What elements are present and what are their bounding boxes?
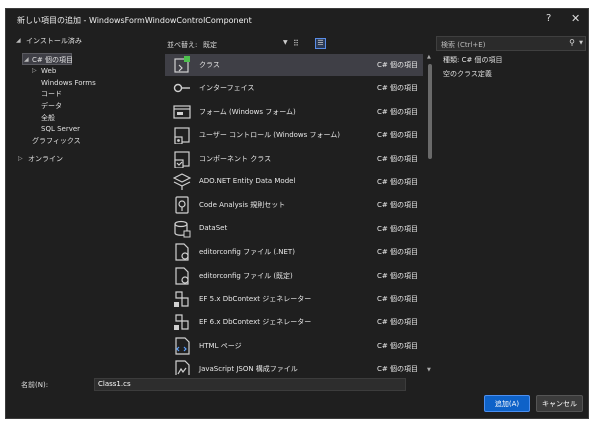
detail-type: 種類: C# 個の項目 — [443, 56, 503, 64]
vertical-scrollbar[interactable]: ▲ ▼ — [426, 54, 434, 375]
entity-model-icon — [172, 173, 192, 191]
title-bar: 新しい項目の追加 - WindowsFormWindowControlCompo… — [6, 9, 588, 33]
expanded-arrow-icon[interactable]: ◢ — [24, 54, 29, 66]
add-button[interactable]: 追加(A) — [484, 395, 530, 412]
list-view-icon[interactable]: ☰ — [315, 38, 326, 49]
template-row[interactable]: ユーザー コントロール (Windows フォーム) C# 個の項目 — [165, 124, 423, 146]
search-dropdown-icon[interactable]: ▼ — [579, 40, 583, 46]
search-box[interactable]: 検索 (Ctrl+E) ⚲ ▼ — [436, 36, 586, 51]
search-placeholder: 検索 (Ctrl+E) — [441, 41, 486, 49]
tree-item-code[interactable]: コード — [41, 88, 62, 100]
tree-item-online[interactable]: ▷ オンライン — [18, 153, 63, 165]
template-type: C# 個の項目 — [377, 248, 418, 257]
template-name: インターフェイス — [199, 84, 255, 93]
template-name: ユーザー コントロール (Windows フォーム) — [199, 131, 341, 140]
json-config-icon — [173, 360, 191, 375]
config-file-icon — [173, 266, 191, 285]
form-icon — [173, 103, 191, 121]
template-name: HTML ページ — [199, 341, 242, 350]
tree-item-graphics[interactable]: グラフィックス — [32, 135, 81, 147]
template-name: コンポーネント クラス — [199, 154, 272, 163]
template-row[interactable]: インターフェイス C# 個の項目 — [165, 77, 423, 99]
expanded-arrow-icon[interactable]: ◢ — [16, 35, 21, 47]
template-row[interactable]: クラス C# 個の項目 — [165, 54, 423, 76]
template-type: C# 個の項目 — [377, 295, 418, 303]
template-name: DataSet — [199, 223, 228, 232]
html-page-icon — [173, 337, 191, 355]
template-list: クラス C# 個の項目 インターフェイス C# 個の項目 フォーム (Windows フ… — [165, 54, 423, 375]
template-row[interactable]: EF 6.x DbContext ジェネレーター C# 個の項目 — [165, 311, 423, 333]
dataset-icon — [173, 220, 191, 238]
grid-view-icon[interactable]: ⠿ — [293, 39, 299, 48]
template-type: C# 個の項目 — [377, 84, 418, 93]
template-type: C# 個の項目 — [377, 271, 418, 280]
template-type: C# 個の項目 — [377, 154, 418, 163]
template-name: Code Analysis 規則セット — [199, 201, 286, 210]
template-type: C# 個の項目 — [377, 318, 418, 327]
detail-description: 空のクラス定義 — [443, 70, 492, 78]
ef-generator-icon — [173, 313, 191, 331]
config-file-icon — [173, 243, 191, 261]
template-name: JavaScript JSON 構成ファイル — [199, 365, 298, 374]
template-name: EF 5.x DbContext ジェネレーター — [199, 295, 312, 303]
template-row[interactable]: DataSet C# 個の項目 — [165, 218, 423, 240]
scrollbar-thumb[interactable] — [428, 64, 432, 159]
template-type: C# 個の項目 — [377, 61, 418, 69]
tree-item-installed[interactable]: ◢ インストール済み — [16, 35, 82, 47]
collapsed-arrow-icon[interactable]: ▷ — [32, 65, 37, 77]
dialog-title: 新しい項目の追加 - WindowsFormWindowControlCompo… — [17, 16, 252, 25]
cancel-button[interactable]: キャンセル — [536, 395, 583, 412]
template-type: C# 個の項目 — [377, 224, 418, 233]
ruleset-icon — [173, 196, 191, 214]
template-name: ADO.NET Entity Data Model — [199, 177, 296, 185]
template-row[interactable]: JavaScript JSON 構成ファイル C# 個の項目 — [165, 358, 423, 375]
tree-item-data[interactable]: データ — [41, 100, 62, 112]
add-new-item-dialog: 新しい項目の追加 - WindowsFormWindowControlCompo… — [5, 8, 589, 419]
scroll-down-arrow-icon[interactable]: ▼ — [427, 367, 431, 373]
template-row[interactable]: HTML ページ C# 個の項目 — [165, 335, 423, 357]
template-row[interactable]: ADO.NET Entity Data Model C# 個の項目 — [165, 171, 423, 193]
template-type: C# 個の項目 — [377, 178, 418, 186]
component-class-icon — [173, 150, 191, 169]
template-type: C# 個の項目 — [377, 365, 418, 374]
user-control-icon — [173, 126, 191, 145]
template-row[interactable]: editorconfig ファイル (既定) C# 個の項目 — [165, 265, 423, 287]
template-name: クラス — [199, 61, 220, 69]
name-label: 名前(N): — [21, 381, 49, 389]
dropdown-arrow-icon[interactable]: ▼ — [283, 39, 288, 46]
tree-item-web[interactable]: ▷ Web — [32, 65, 56, 77]
template-name: editorconfig ファイル (.NET) — [199, 248, 295, 257]
close-button[interactable]: ✕ — [571, 12, 580, 25]
name-input[interactable]: Class1.cs — [94, 378, 406, 391]
template-type: C# 個の項目 — [377, 131, 418, 140]
search-icon[interactable]: ⚲ — [569, 38, 575, 47]
collapsed-arrow-icon[interactable]: ▷ — [18, 153, 23, 165]
template-row[interactable]: Code Analysis 規則セット C# 個の項目 — [165, 194, 423, 216]
sort-dropdown[interactable]: 既定 — [203, 40, 217, 50]
template-row[interactable]: フォーム (Windows フォーム) C# 個の項目 — [165, 101, 423, 123]
help-button[interactable]: ? — [546, 13, 551, 24]
class-icon — [173, 56, 191, 74]
tree-item-csharp-items[interactable]: ◢ C# 個の項目 — [22, 53, 73, 66]
interface-icon — [173, 79, 191, 97]
template-row[interactable]: コンポーネント クラス C# 個の項目 — [165, 148, 423, 170]
ef-generator-icon — [173, 290, 191, 308]
template-row[interactable]: EF 5.x DbContext ジェネレーター C# 個の項目 — [165, 288, 423, 310]
sort-toolbar: 並べ替え: 既定 ▼ ⠿ ☰ — [167, 38, 432, 52]
template-name: EF 6.x DbContext ジェネレーター — [199, 318, 312, 327]
template-type: C# 個の項目 — [377, 107, 418, 116]
template-row[interactable]: editorconfig ファイル (.NET) C# 個の項目 — [165, 241, 423, 263]
template-name: editorconfig ファイル (既定) — [199, 271, 293, 280]
template-type: C# 個の項目 — [377, 201, 418, 210]
template-name: フォーム (Windows フォーム) — [199, 107, 296, 116]
tree-item-sql-server[interactable]: SQL Server — [41, 123, 80, 135]
template-type: C# 個の項目 — [377, 341, 418, 350]
scroll-up-arrow-icon[interactable]: ▲ — [427, 54, 431, 60]
sort-label: 並べ替え: — [167, 41, 198, 49]
